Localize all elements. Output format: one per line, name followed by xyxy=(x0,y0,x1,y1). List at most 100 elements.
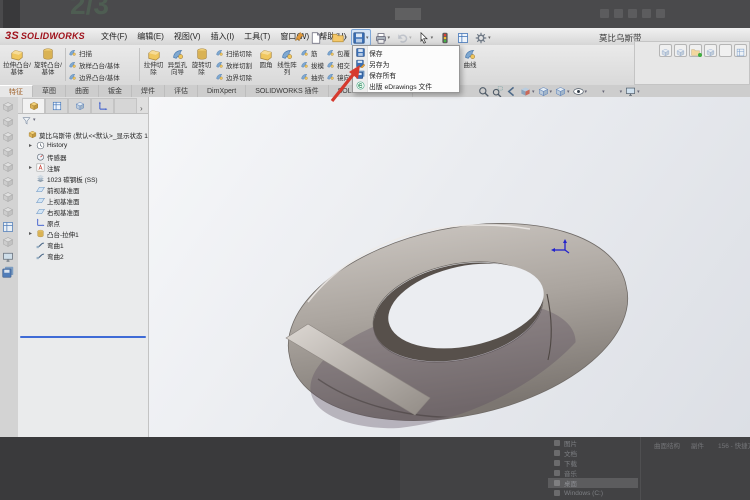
new-button[interactable]: ▾ xyxy=(308,29,328,46)
tab-sw-addins[interactable]: SOLIDWORKS 插件 xyxy=(246,85,329,97)
tab-features[interactable]: 特征 xyxy=(0,85,33,97)
display-tool-icon[interactable] xyxy=(2,250,14,262)
custom-properties-icon[interactable] xyxy=(734,44,747,57)
heads-up-view-toolbar: ▾ ▾ ▾ ▾ ▾ ▾ ▾ xyxy=(478,85,640,98)
view-tool-icon[interactable] xyxy=(2,175,14,187)
ribbon-button-swept[interactable]: 扫描 xyxy=(68,47,120,58)
expand-arrow-icon[interactable]: ▸ xyxy=(29,142,34,149)
graphics-viewport[interactable] xyxy=(148,97,750,437)
file-explorer-icon[interactable] xyxy=(689,44,702,57)
tree-item-material[interactable]: 1023 碳钢板 (SS) xyxy=(18,173,148,184)
tab-dimxpert[interactable]: DimXpert xyxy=(198,85,247,97)
menu-tools[interactable]: 工具(T) xyxy=(239,31,275,42)
view-tool-icon[interactable] xyxy=(2,205,14,217)
select-button[interactable]: ▾ xyxy=(416,29,436,46)
tree-item-right-plane[interactable]: 右视基准面 xyxy=(18,206,148,217)
ribbon-button-revolved-cut[interactable]: 旋转切除 xyxy=(190,46,213,83)
design-library-icon[interactable] xyxy=(674,44,687,57)
tab-dimxpertmanager[interactable] xyxy=(91,98,114,113)
ribbon-button-curves[interactable]: 曲线 xyxy=(460,46,480,83)
ribbon-button-shell[interactable]: 抽壳 xyxy=(300,71,324,82)
zoom-fit-button[interactable] xyxy=(478,86,489,97)
view-tool-icon[interactable] xyxy=(2,190,14,202)
menu-edit[interactable]: 编辑(E) xyxy=(132,31,169,42)
zoom-area-button[interactable] xyxy=(492,86,503,97)
tree-item-boss-extrude1[interactable]: ▸ 凸台-拉伸1 xyxy=(18,228,148,239)
tree-item-top-plane[interactable]: 上视基准面 xyxy=(18,195,148,206)
ribbon-button-swept-cut[interactable]: 扫描切除 xyxy=(215,47,252,58)
open-button[interactable]: ▾ xyxy=(330,29,350,46)
rebuild-button[interactable] xyxy=(437,29,453,46)
tree-item-sensors[interactable]: 传感器 xyxy=(18,151,148,162)
save-button[interactable]: ▾ xyxy=(351,29,371,46)
menu-insert[interactable]: 插入(I) xyxy=(206,31,240,42)
previous-view-button[interactable] xyxy=(506,86,517,97)
view-tool-icon[interactable] xyxy=(2,145,14,157)
view-tool-icon[interactable] xyxy=(2,100,14,112)
tab-displaymanager[interactable] xyxy=(114,98,137,113)
ribbon-button-linear-pattern[interactable]: 线性阵列 xyxy=(275,46,299,83)
tab-configurationmanager[interactable] xyxy=(68,98,91,113)
ribbon-button-wrap[interactable]: 包覆 xyxy=(326,47,350,58)
tree-item-flex1[interactable]: 弯曲1 xyxy=(18,239,148,250)
tree-item-history[interactable]: ▸ History xyxy=(18,140,148,151)
tree-item-annotations[interactable]: ▸ 注解 xyxy=(18,162,148,173)
ribbon-button-lofted-cut[interactable]: 放样切割 xyxy=(215,59,252,70)
display-style-button[interactable]: ▾ xyxy=(555,86,570,97)
copy-tool-icon[interactable] xyxy=(2,265,14,277)
view-orientation-button[interactable]: ▾ xyxy=(538,86,552,97)
tree-filter[interactable]: ▾ xyxy=(18,114,148,126)
separator xyxy=(139,48,140,81)
separator xyxy=(65,48,66,81)
apply-scene-button[interactable]: ▾ xyxy=(608,86,623,97)
ribbon-button-extruded-cut[interactable]: 拉伸切除 xyxy=(142,46,165,83)
tree-item-front-plane[interactable]: 前视基准面 xyxy=(18,184,148,195)
view-tool-icon[interactable] xyxy=(2,160,14,172)
edit-appearance-button[interactable]: ▾ xyxy=(590,86,605,97)
options-button[interactable]: ▾ xyxy=(473,29,493,46)
tab-surfaces[interactable]: 曲面 xyxy=(66,85,99,97)
tab-sketch[interactable]: 草图 xyxy=(33,85,66,97)
ribbon-button-boundary-boss[interactable]: 边界凸台/基体 xyxy=(68,71,120,82)
sketch-tool-icon[interactable] xyxy=(2,220,14,232)
view-palette-icon[interactable] xyxy=(704,44,717,57)
ribbon-button-boundary-cut[interactable]: 边界切除 xyxy=(215,71,252,82)
undo-button[interactable]: ▾ xyxy=(394,29,414,46)
print-button[interactable]: ▾ xyxy=(373,29,393,46)
tab-featuremanager[interactable] xyxy=(22,98,45,113)
view-settings-button[interactable]: ▾ xyxy=(625,86,640,97)
sw-resources-icon[interactable] xyxy=(659,44,672,57)
tree-item-flex2[interactable]: 弯曲2 xyxy=(18,250,148,261)
view-tool-icon[interactable] xyxy=(2,235,14,247)
section-view-button[interactable]: ▾ xyxy=(520,86,535,97)
chevron-down-icon: ▾ xyxy=(619,88,623,95)
mobius-strip-model[interactable] xyxy=(148,97,750,437)
tab-sheet-metal[interactable]: 钣金 xyxy=(99,85,132,97)
chevron-down-icon: ▾ xyxy=(584,88,588,95)
pin-menu-icon[interactable] xyxy=(294,31,305,42)
view-tool-icon[interactable] xyxy=(2,130,14,142)
view-tool-icon[interactable] xyxy=(2,115,14,127)
tree-item-origin[interactable]: 原点 xyxy=(18,217,148,228)
rollback-bar[interactable] xyxy=(20,336,146,338)
ribbon-button-draft[interactable]: 拔模 xyxy=(300,59,324,70)
expand-arrow-icon[interactable]: ▸ xyxy=(29,164,34,171)
chevron-right-icon[interactable]: › xyxy=(140,104,143,113)
tab-propertymanager[interactable] xyxy=(45,98,68,113)
menu-item-save[interactable]: 保存 xyxy=(353,47,459,58)
menu-view[interactable]: 视图(V) xyxy=(169,31,206,42)
file-properties-button[interactable] xyxy=(455,29,471,46)
appearances-icon[interactable] xyxy=(719,44,732,57)
ribbon-button-extruded-boss[interactable]: 拉伸凸台/基体 xyxy=(2,46,32,83)
ribbon-button-rib[interactable]: 筋 xyxy=(300,47,324,58)
hide-show-items-button[interactable]: ▾ xyxy=(573,86,588,97)
tree-root-part[interactable]: 莫比乌斯带 (默认<<默认>_显示状态 1>) xyxy=(18,129,148,140)
menu-file[interactable]: 文件(F) xyxy=(96,31,132,42)
ribbon-button-fillet[interactable]: 圆角 xyxy=(258,46,274,83)
ribbon-button-lofted-boss[interactable]: 放样凸台/基体 xyxy=(68,59,120,70)
tab-evaluate[interactable]: 评估 xyxy=(165,85,198,97)
expand-arrow-icon[interactable]: ▸ xyxy=(29,230,34,237)
ribbon-button-hole-wizard[interactable]: 异型孔向导 xyxy=(166,46,189,83)
tab-weldments[interactable]: 焊件 xyxy=(132,85,165,97)
ribbon-button-revolved-boss[interactable]: 旋转凸台/基体 xyxy=(33,46,63,83)
